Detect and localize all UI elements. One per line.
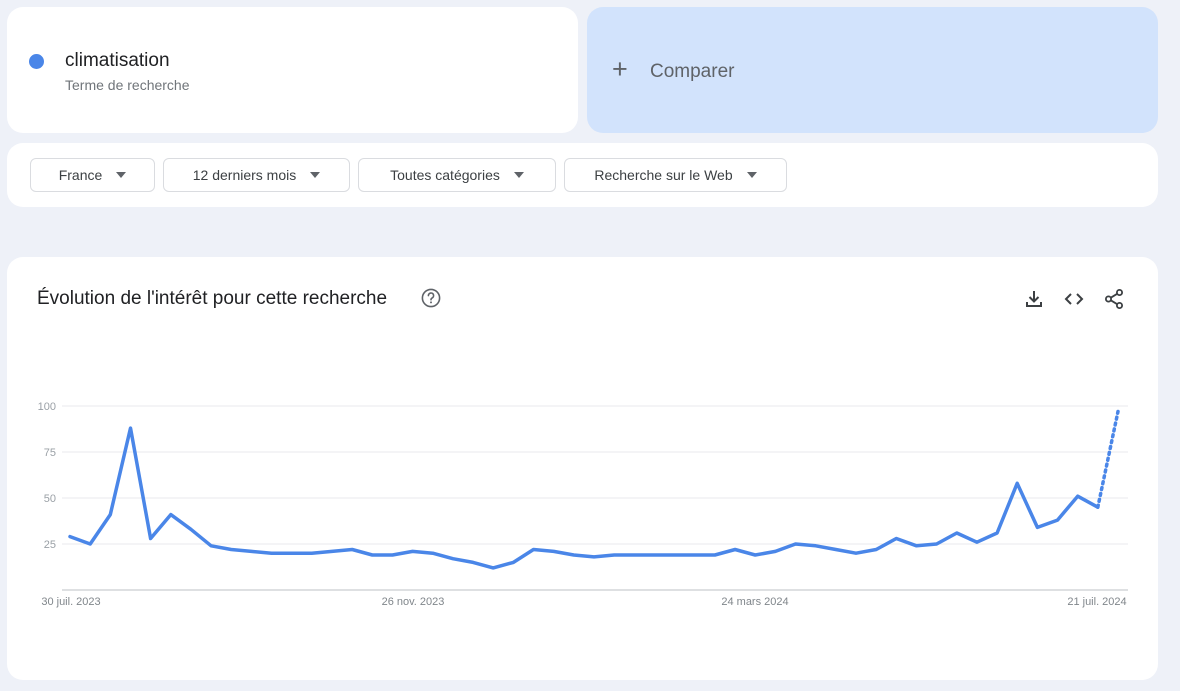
data-point	[471, 560, 475, 564]
data-point	[1096, 505, 1100, 509]
trend-chart: 100 75 50 25 30 juil. 2023 26 nov. 2023 24 mar…	[38, 401, 1128, 608]
series-line-partial	[1096, 409, 1120, 509]
data-point	[955, 531, 959, 535]
y-tick-label: 50	[44, 493, 56, 505]
data-point	[854, 551, 858, 555]
data-point	[491, 566, 495, 570]
data-point	[794, 542, 798, 546]
data-point	[915, 544, 919, 548]
data-point	[733, 548, 737, 552]
data-point	[310, 551, 314, 555]
data-point	[532, 548, 536, 552]
x-tick-label: 24 mars 2024	[721, 596, 788, 608]
data-point	[874, 548, 878, 552]
data-point	[451, 557, 455, 561]
data-point	[189, 527, 193, 531]
data-point	[511, 560, 515, 564]
data-point	[653, 553, 657, 557]
data-point	[391, 553, 395, 557]
data-point	[693, 553, 697, 557]
data-point	[632, 553, 636, 557]
x-tick-label: 21 juil. 2024	[1067, 596, 1126, 608]
data-point	[935, 542, 939, 546]
data-point	[995, 531, 999, 535]
data-point	[149, 537, 153, 541]
data-point	[431, 551, 435, 555]
data-point	[975, 540, 979, 544]
y-tick-label: 100	[38, 401, 56, 413]
data-point	[129, 426, 133, 430]
data-point	[1035, 525, 1039, 529]
data-point	[552, 549, 556, 553]
data-point	[330, 549, 334, 553]
data-point	[1076, 494, 1080, 498]
data-point	[572, 553, 576, 557]
data-point	[673, 553, 677, 557]
data-point	[814, 544, 818, 548]
data-point	[108, 513, 112, 517]
y-tick-label: 25	[44, 539, 56, 551]
data-point	[350, 548, 354, 552]
data-point	[713, 553, 717, 557]
data-point	[249, 549, 253, 553]
data-point	[290, 551, 294, 555]
data-point	[370, 553, 374, 557]
data-point	[88, 542, 92, 546]
data-point	[773, 549, 777, 553]
data-point	[209, 544, 213, 548]
data-point	[411, 549, 415, 553]
x-tick-label: 30 juil. 2023	[41, 596, 100, 608]
data-point	[229, 548, 233, 552]
data-point	[1015, 481, 1019, 485]
data-point	[169, 513, 173, 517]
data-point	[592, 555, 596, 559]
data-point	[1116, 410, 1120, 414]
x-tick-label: 26 nov. 2023	[382, 596, 445, 608]
y-tick-label: 75	[44, 447, 56, 459]
data-point	[270, 551, 274, 555]
data-point	[1056, 518, 1060, 522]
data-point	[753, 553, 757, 557]
data-point	[612, 553, 616, 557]
data-point	[68, 535, 72, 539]
data-point	[894, 537, 898, 541]
data-point	[834, 548, 838, 552]
